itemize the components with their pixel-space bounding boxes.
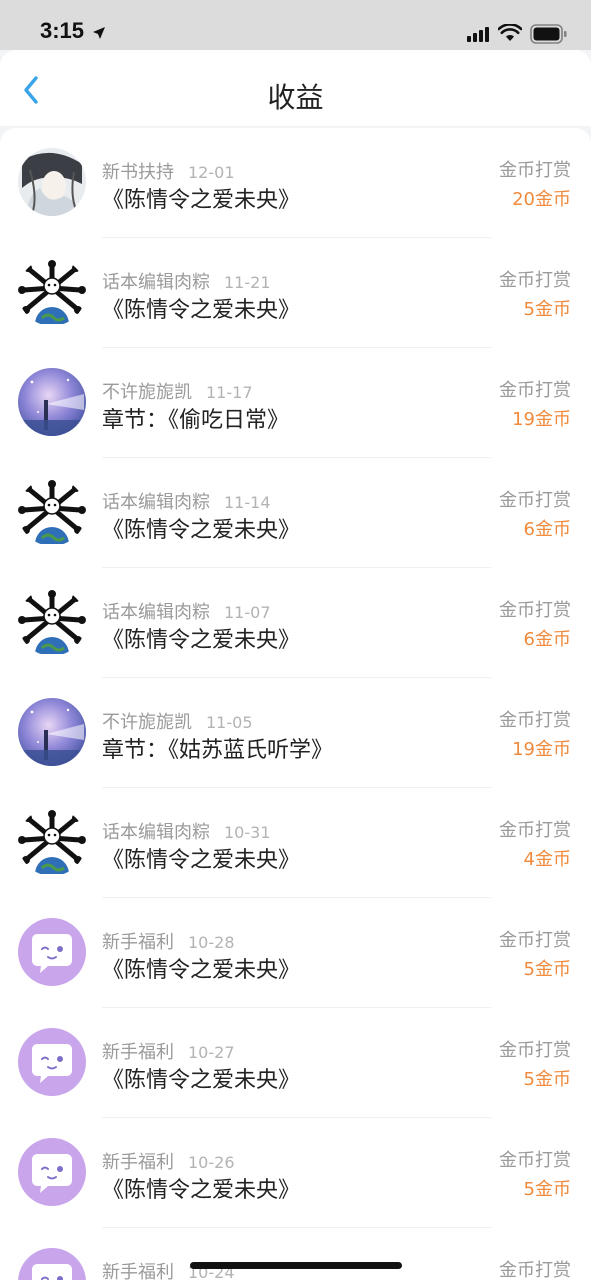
list-item[interactable]: 新书扶持 12-01 《陈情令之爱未央》 金币打赏 20金币 <box>0 128 591 238</box>
work-title: 《陈情令之爱未央》 <box>102 1068 301 1093</box>
sender-name: 话本编辑肉粽 <box>102 492 210 513</box>
reward-amount: 19金币 <box>512 409 571 430</box>
sender-name: 新手福利 <box>102 1262 174 1280</box>
record-date: 10-28 <box>188 933 235 952</box>
status-bar: 3:15 <box>0 0 591 50</box>
avatar <box>18 478 86 546</box>
sender-name: 新手福利 <box>102 1152 174 1173</box>
earnings-list: 新书扶持 12-01 《陈情令之爱未央》 金币打赏 20金币 话本编辑肉粽 11… <box>0 128 591 1280</box>
sender-name: 不许旎旎凯 <box>102 712 192 733</box>
bones-planet-avatar-icon <box>18 588 86 656</box>
navigation-bar: 收益 <box>0 50 591 126</box>
record-date: 11-17 <box>206 383 253 402</box>
purple-chat-avatar-icon <box>18 1138 86 1206</box>
record-date: 10-26 <box>188 1153 235 1172</box>
purple-chat-avatar-icon <box>18 1028 86 1096</box>
work-title: 《陈情令之爱未央》 <box>102 1178 301 1203</box>
sender-name: 新手福利 <box>102 932 174 953</box>
galaxy-lighthouse-avatar-icon <box>18 368 86 436</box>
avatar <box>18 698 86 766</box>
record-date: 11-07 <box>224 603 271 622</box>
sender-name: 新书扶持 <box>102 162 174 183</box>
sender-name: 新手福利 <box>102 1042 174 1063</box>
reward-amount: 5金币 <box>523 959 571 980</box>
record-date: 11-14 <box>224 493 271 512</box>
reward-amount: 6金币 <box>523 519 571 540</box>
work-title: 章节：《偷吃日常》 <box>102 408 290 433</box>
work-title: 章节：《姑苏蓝氏听学》 <box>102 738 334 763</box>
list-item[interactable]: 话本编辑肉粽 11-14 《陈情令之爱未央》 金币打赏 6金币 <box>0 458 591 568</box>
wifi-icon <box>498 24 522 41</box>
reward-amount: 5金币 <box>523 1179 571 1200</box>
home-indicator <box>190 1262 402 1269</box>
reward-amount: 6金币 <box>523 629 571 650</box>
avatar <box>18 918 86 986</box>
page-title: 收益 <box>267 81 324 114</box>
list-item[interactable]: 新手福利 10-27 《陈情令之爱未央》 金币打赏 5金币 <box>0 1008 591 1118</box>
record-date: 11-21 <box>224 273 271 292</box>
reward-type: 金币打赏 <box>499 1150 571 1171</box>
work-title: 《陈情令之爱未央》 <box>102 518 301 543</box>
avatar <box>18 148 86 216</box>
status-time: 3:15 <box>40 18 85 43</box>
list-item[interactable]: 新手福利 10-24 金币打赏 <box>0 1228 591 1280</box>
avatar <box>18 1138 86 1206</box>
list-item[interactable]: 话本编辑肉粽 10-31 《陈情令之爱未央》 金币打赏 4金币 <box>0 788 591 898</box>
list-item[interactable]: 话本编辑肉粽 11-21 《陈情令之爱未央》 金币打赏 5金币 <box>0 238 591 348</box>
avatar <box>18 368 86 436</box>
battery-icon <box>530 24 567 44</box>
reward-type: 金币打赏 <box>499 490 571 511</box>
work-title: 《陈情令之爱未央》 <box>102 848 301 873</box>
reward-type: 金币打赏 <box>499 710 571 731</box>
galaxy-lighthouse-avatar-icon <box>18 698 86 766</box>
bones-planet-avatar-icon <box>18 258 86 326</box>
reward-type: 金币打赏 <box>499 930 571 951</box>
cellular-signal-icon <box>467 27 489 42</box>
sender-name: 不许旎旎凯 <box>102 382 192 403</box>
work-title: 《陈情令之爱未央》 <box>102 298 301 323</box>
sender-name: 话本编辑肉粽 <box>102 602 210 623</box>
reward-type: 金币打赏 <box>499 160 571 181</box>
record-date: 12-01 <box>188 163 235 182</box>
sender-name: 话本编辑肉粽 <box>102 272 210 293</box>
work-title: 《陈情令之爱未央》 <box>102 188 301 213</box>
sketch-portrait-avatar-icon <box>18 148 86 216</box>
record-date: 10-31 <box>224 823 271 842</box>
record-date: 11-05 <box>206 713 253 732</box>
list-item[interactable]: 不许旎旎凯 11-05 章节：《姑苏蓝氏听学》 金币打赏 19金币 <box>0 678 591 788</box>
reward-type: 金币打赏 <box>499 1260 571 1280</box>
list-item[interactable]: 新手福利 10-26 《陈情令之爱未央》 金币打赏 5金币 <box>0 1118 591 1228</box>
record-date: 10-27 <box>188 1043 235 1062</box>
purple-chat-avatar-icon <box>18 918 86 986</box>
bones-planet-avatar-icon <box>18 808 86 876</box>
reward-type: 金币打赏 <box>499 820 571 841</box>
reward-type: 金币打赏 <box>499 1040 571 1061</box>
reward-type: 金币打赏 <box>499 380 571 401</box>
sender-name: 话本编辑肉粽 <box>102 822 210 843</box>
avatar <box>18 808 86 876</box>
reward-amount: 4金币 <box>523 849 571 870</box>
bones-planet-avatar-icon <box>18 478 86 546</box>
list-item[interactable]: 话本编辑肉粽 11-07 《陈情令之爱未央》 金币打赏 6金币 <box>0 568 591 678</box>
reward-type: 金币打赏 <box>499 270 571 291</box>
work-title: 《陈情令之爱未央》 <box>102 958 301 983</box>
avatar <box>18 1248 86 1280</box>
list-item[interactable]: 不许旎旎凯 11-17 章节：《偷吃日常》 金币打赏 19金币 <box>0 348 591 458</box>
reward-type: 金币打赏 <box>499 600 571 621</box>
avatar <box>18 1028 86 1096</box>
purple-chat-avatar-icon <box>18 1248 86 1280</box>
reward-amount: 19金币 <box>512 739 571 760</box>
reward-amount: 5金币 <box>523 1069 571 1090</box>
list-item[interactable]: 新手福利 10-28 《陈情令之爱未央》 金币打赏 5金币 <box>0 898 591 1008</box>
work-title: 《陈情令之爱未央》 <box>102 628 301 653</box>
reward-amount: 5金币 <box>523 299 571 320</box>
reward-amount: 20金币 <box>512 189 571 210</box>
location-arrow-icon <box>93 27 105 39</box>
avatar <box>18 258 86 326</box>
avatar <box>18 588 86 656</box>
